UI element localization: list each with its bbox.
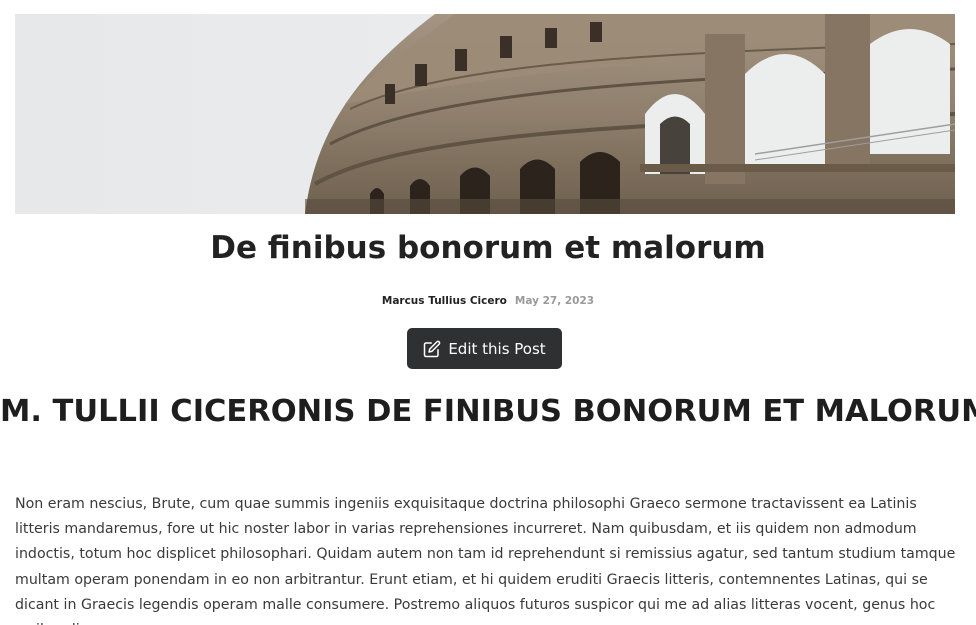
- edit-post-button[interactable]: Edit this Post: [407, 328, 562, 369]
- post-author[interactable]: Marcus Tullius Cicero: [382, 295, 507, 307]
- hero-image: [15, 14, 955, 214]
- post-meta: Marcus Tullius Cicero May 27, 2023: [0, 294, 976, 308]
- section-heading: M. TULLII CICERONIS DE FINIBUS BONORUM E…: [0, 394, 976, 429]
- edit-post-label: Edit this Post: [448, 339, 546, 358]
- post-date: May 27, 2023: [514, 295, 595, 307]
- pencil-square-icon: [423, 340, 441, 358]
- blog-post-page: De finibus bonorum et malorum Marcus Tul…: [0, 0, 976, 625]
- post-title: De finibus bonorum et malorum: [210, 230, 766, 266]
- post-body: Non eram nescius, Brute, cum quae summis…: [15, 496, 956, 625]
